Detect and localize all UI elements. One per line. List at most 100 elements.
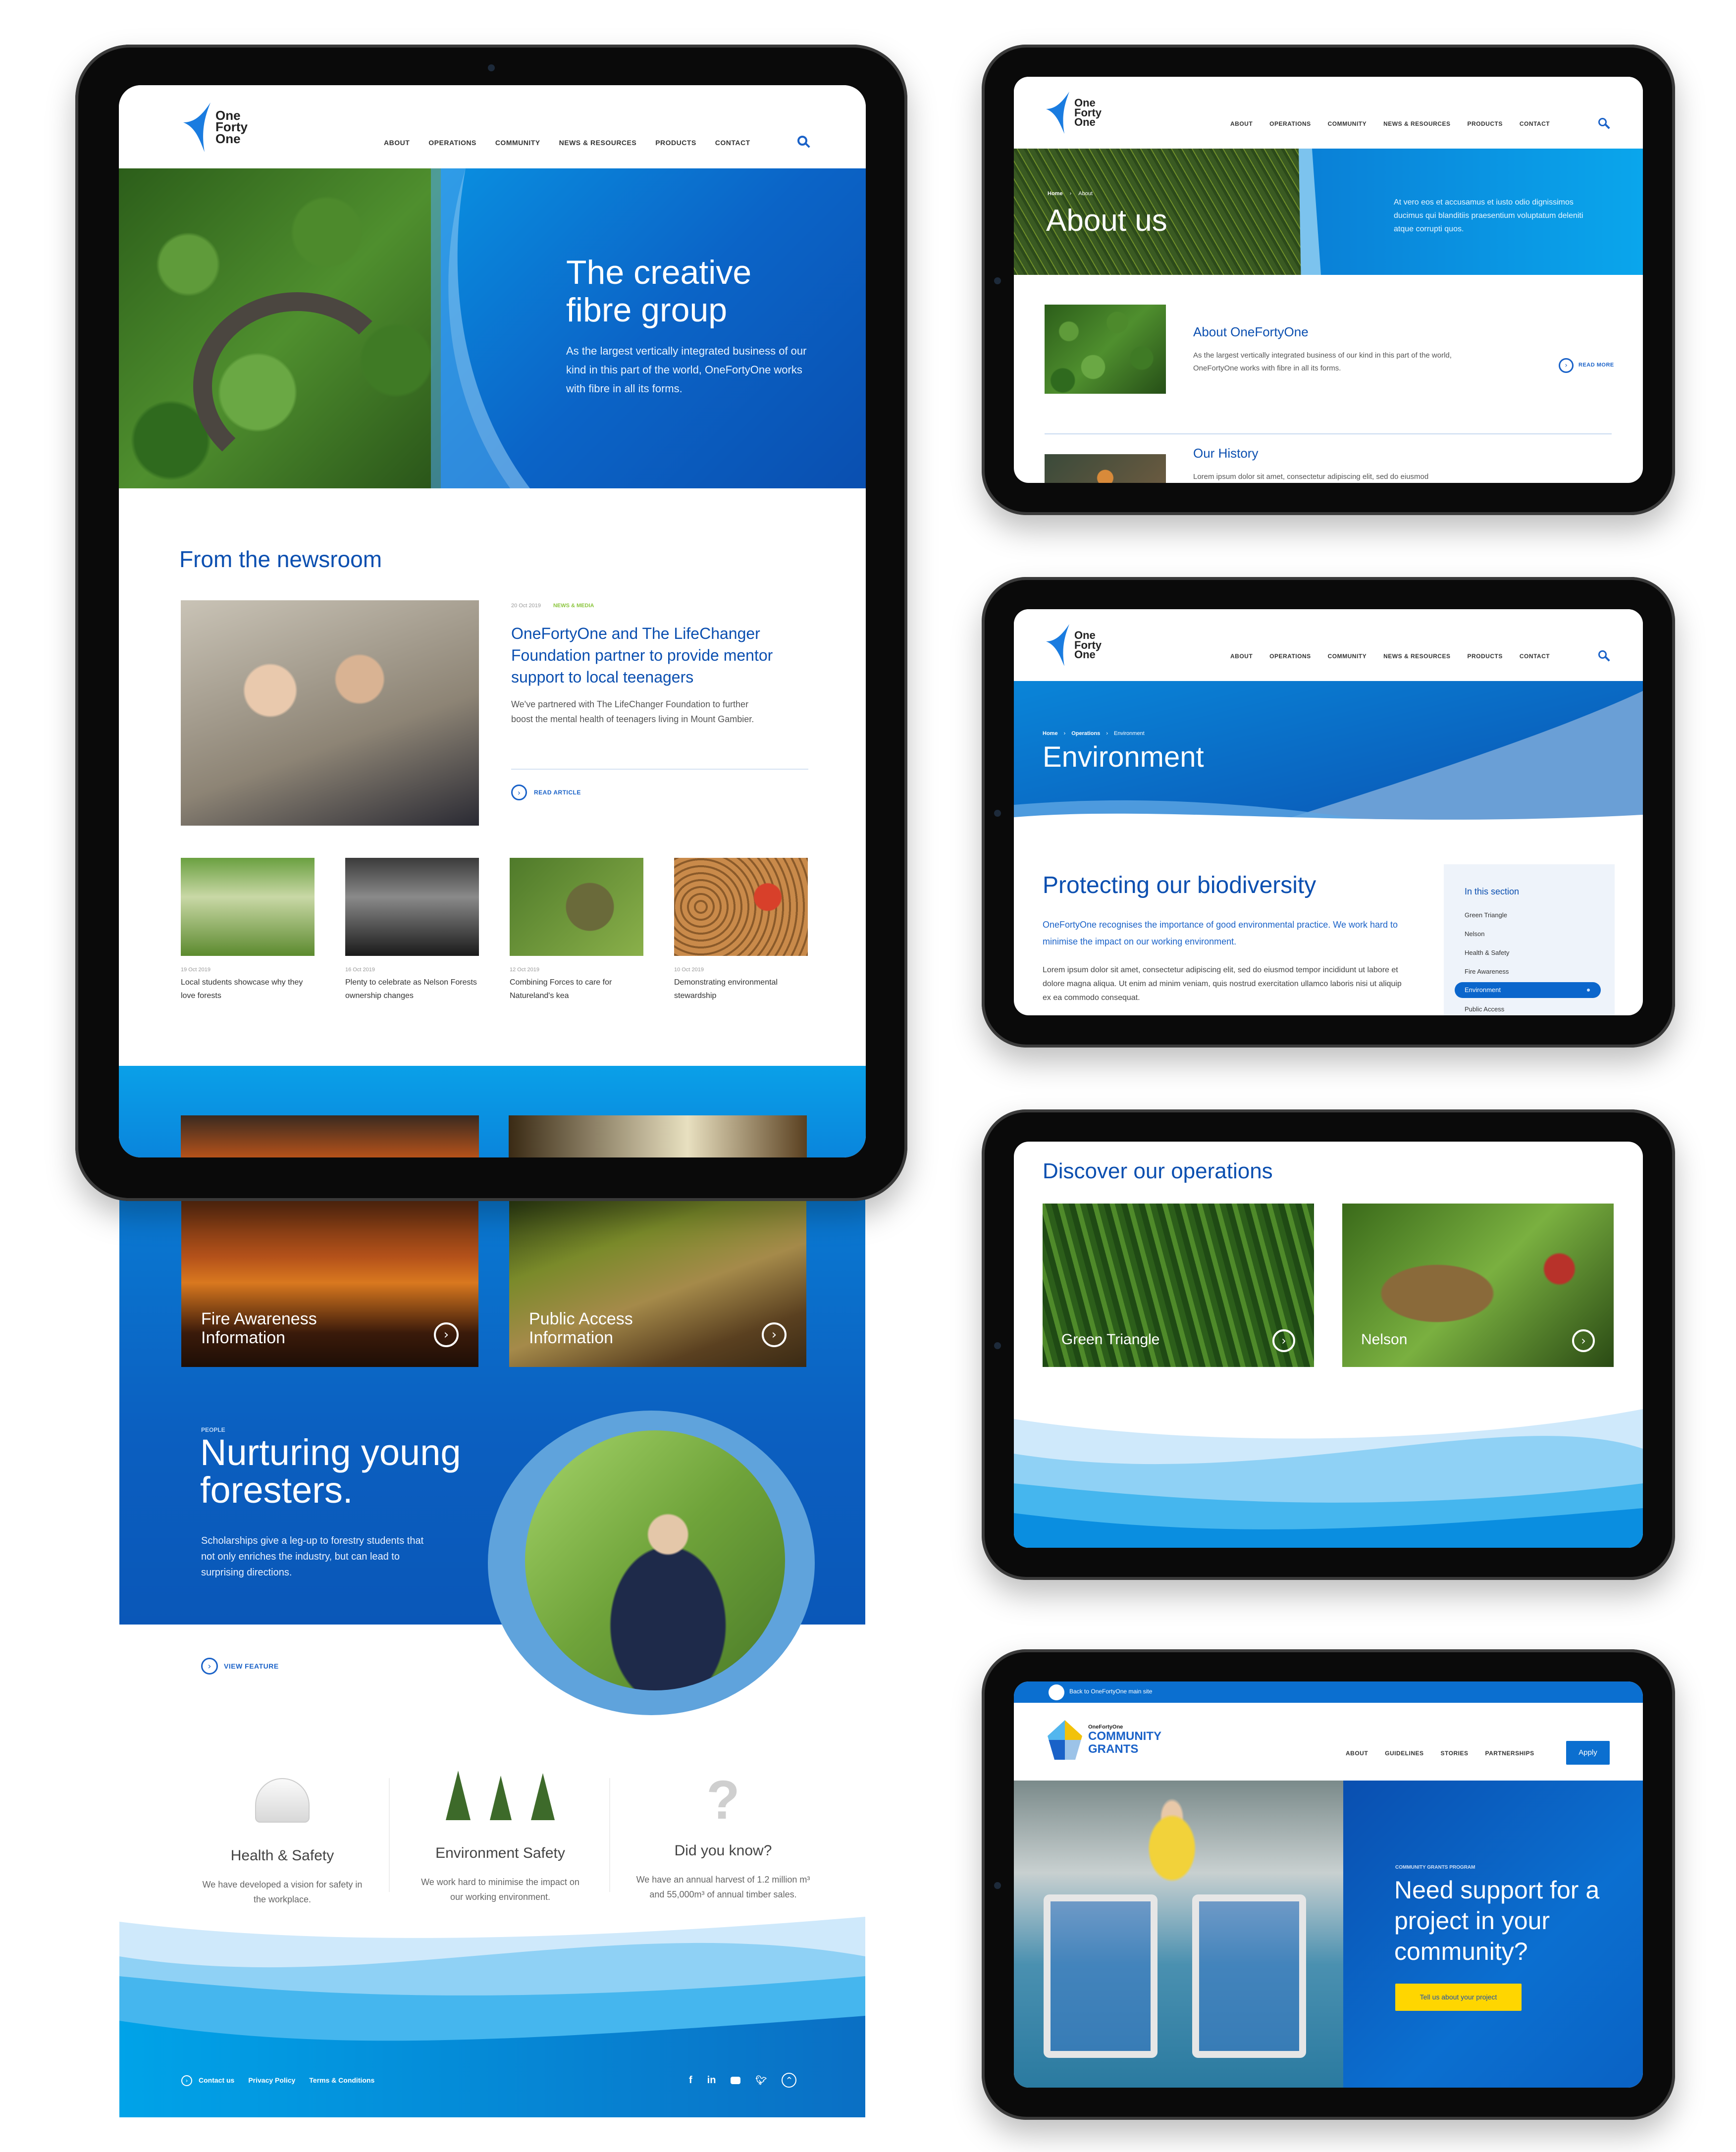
read-more-link[interactable]: READ MORE [1578,362,1614,368]
chevron-right-icon[interactable]: › [762,1322,787,1347]
logo-line: One [215,131,241,146]
card-label-line2: Information [529,1328,614,1347]
hard-hat-icon [255,1778,310,1823]
youtube-icon[interactable] [731,2076,741,2084]
article-card[interactable]: 10 Oct 2019 Demonstrating environmental … [674,858,808,1002]
article-date: 16 Oct 2019 [345,967,375,973]
highlight-did-you-know: ? Did you know? We have an annual harves… [614,1748,832,1902]
nav-community[interactable]: COMMUNITY [495,139,540,147]
twitter-icon[interactable]: 🐦︎ [755,2075,767,2086]
nav-products[interactable]: PRODUCTS [1467,120,1502,127]
view-feature-link[interactable]: VIEW FEATURE [224,1662,279,1670]
logo-mark-icon [1046,92,1069,134]
featured-article-image[interactable] [181,600,479,826]
site-header: One Forty One ABOUT OPERATIONS COMMUNITY… [1014,77,1643,149]
article-card[interactable]: 12 Oct 2019 Combining Forces to care for… [510,858,643,1002]
nav-products[interactable]: PRODUCTS [1467,653,1502,660]
footer-link-privacy[interactable]: Privacy Policy [248,2076,295,2084]
search-icon[interactable] [1598,118,1607,126]
camera-icon [994,1882,1001,1889]
nav-about[interactable]: ABOUT [1230,120,1253,127]
section-nav-item-green-triangle[interactable]: Green Triangle [1465,911,1507,919]
feature-body: Scholarships give a leg-up to forestry s… [201,1535,424,1578]
article-image [510,858,643,956]
nav-community[interactable]: COMMUNITY [1328,120,1367,127]
article-grid: 19 Oct 2019 Local students showcase why … [181,858,810,1021]
section-nav-item-public-access[interactable]: Public Access [1465,1005,1504,1013]
logo[interactable]: One Forty One [1044,89,1102,136]
nav-contact[interactable]: CONTACT [1520,653,1550,660]
grants-topbar[interactable]: Back to OneFortyOne main site [1014,1681,1643,1703]
highlight-title: Environment Safety [435,1845,565,1861]
grants-title: Need support for a project in your commu… [1394,1876,1600,1965]
operation-card-green-triangle[interactable]: Green Triangle › [1043,1204,1314,1367]
article-card[interactable]: 19 Oct 2019 Local students showcase why … [181,858,315,1002]
feature-title-line1: Nurturing young [200,1432,461,1473]
read-more-icon[interactable]: › [1559,358,1574,373]
grants-nav-stories[interactable]: STORIES [1441,1750,1469,1757]
nav-contact[interactable]: CONTACT [715,139,750,147]
operation-card-nelson[interactable]: Nelson › [1342,1204,1614,1367]
article-card[interactable]: 16 Oct 2019 Plenty to celebrate as Nelso… [345,858,479,1002]
chevron-right-icon[interactable]: › [1272,1329,1295,1352]
nav-about[interactable]: ABOUT [1230,653,1253,660]
breadcrumb-home[interactable]: Home [1048,191,1063,197]
chevron-right-icon[interactable]: › [1572,1329,1595,1352]
read-article-icon[interactable]: › [511,785,527,800]
info-card-public-access[interactable]: Public Access Information › [509,1199,806,1367]
search-icon[interactable] [797,136,807,146]
nav-operations[interactable]: OPERATIONS [1269,653,1311,660]
about-item-title[interactable]: About OneFortyOne [1193,324,1309,340]
breadcrumb-home[interactable]: Home [1043,731,1058,736]
logo[interactable]: One Forty One [1044,622,1102,669]
search-icon[interactable] [1598,650,1607,659]
back-to-top-icon[interactable]: ^ [782,2073,797,2088]
view-feature-icon[interactable]: › [201,1658,218,1675]
footer-link-contact[interactable]: Contact us [199,2076,234,2084]
featured-title[interactable]: OneFortyOne and The LifeChanger Foundati… [511,623,808,688]
social-links: f in 🐦︎ ^ [689,2073,797,2088]
featured-category[interactable]: NEWS & MEDIA [553,603,594,609]
nav-news-resources[interactable]: NEWS & RESOURCES [559,139,637,147]
linkedin-icon[interactable]: in [707,2075,716,2086]
tell-us-button[interactable]: Tell us about your project [1395,1984,1522,2011]
facebook-icon[interactable]: f [689,2075,692,2086]
grants-nav-guidelines[interactable]: GUIDELINES [1385,1750,1423,1757]
grants-logo[interactable]: OneFortyOne COMMUNITY GRANTS [1048,1720,1161,1760]
history-title[interactable]: Our History [1193,446,1258,461]
nav-products[interactable]: PRODUCTS [655,139,696,147]
read-article-link[interactable]: READ ARTICLE [534,789,581,796]
info-card-fire[interactable]: Fire Awareness Information › [181,1199,478,1367]
featured-divider [511,769,808,770]
nav-operations[interactable]: OPERATIONS [428,139,476,147]
camera-icon [994,277,1001,284]
nav-operations[interactable]: OPERATIONS [1269,120,1311,127]
newsroom-heading: From the newsroom [179,546,382,572]
grants-nav-partnerships[interactable]: PARTNERSHIPS [1485,1750,1534,1757]
article-image [674,858,808,956]
highlight-body: We work hard to minimise the impact on o… [421,1877,579,1902]
section-nav-item-nelson[interactable]: Nelson [1465,930,1484,938]
question-mark-icon: ? [706,1770,740,1831]
back-link[interactable]: Back to OneFortyOne main site [1069,1688,1152,1695]
hero-title: The creative fibre group [566,254,751,329]
grants-logo-mark-icon [1048,1720,1082,1760]
nav-about[interactable]: ABOUT [384,139,410,147]
breadcrumb-operations[interactable]: Operations [1071,731,1100,736]
logo[interactable]: One Forty One [181,100,248,155]
section-nav-item-environment[interactable]: Environment [1455,982,1601,998]
nav-contact[interactable]: CONTACT [1520,120,1550,127]
grants-hero-image [1014,1781,1343,2088]
section-nav-item-fire-awareness[interactable]: Fire Awareness [1465,968,1509,975]
wheelchair-shape [1044,1894,1157,2058]
contact-arrow-icon[interactable]: › [181,2075,192,2086]
nav-news-resources[interactable]: NEWS & RESOURCES [1383,120,1450,127]
tablet-about: One Forty One ABOUT OPERATIONS COMMUNITY… [982,45,1675,515]
section-nav-item-health-safety[interactable]: Health & Safety [1465,949,1509,956]
grants-nav-about[interactable]: ABOUT [1346,1750,1368,1757]
nav-news-resources[interactable]: NEWS & RESOURCES [1383,653,1450,660]
apply-button[interactable]: Apply [1566,1741,1610,1765]
chevron-right-icon[interactable]: › [434,1322,459,1347]
footer-link-terms[interactable]: Terms & Conditions [309,2076,374,2084]
nav-community[interactable]: COMMUNITY [1328,653,1367,660]
